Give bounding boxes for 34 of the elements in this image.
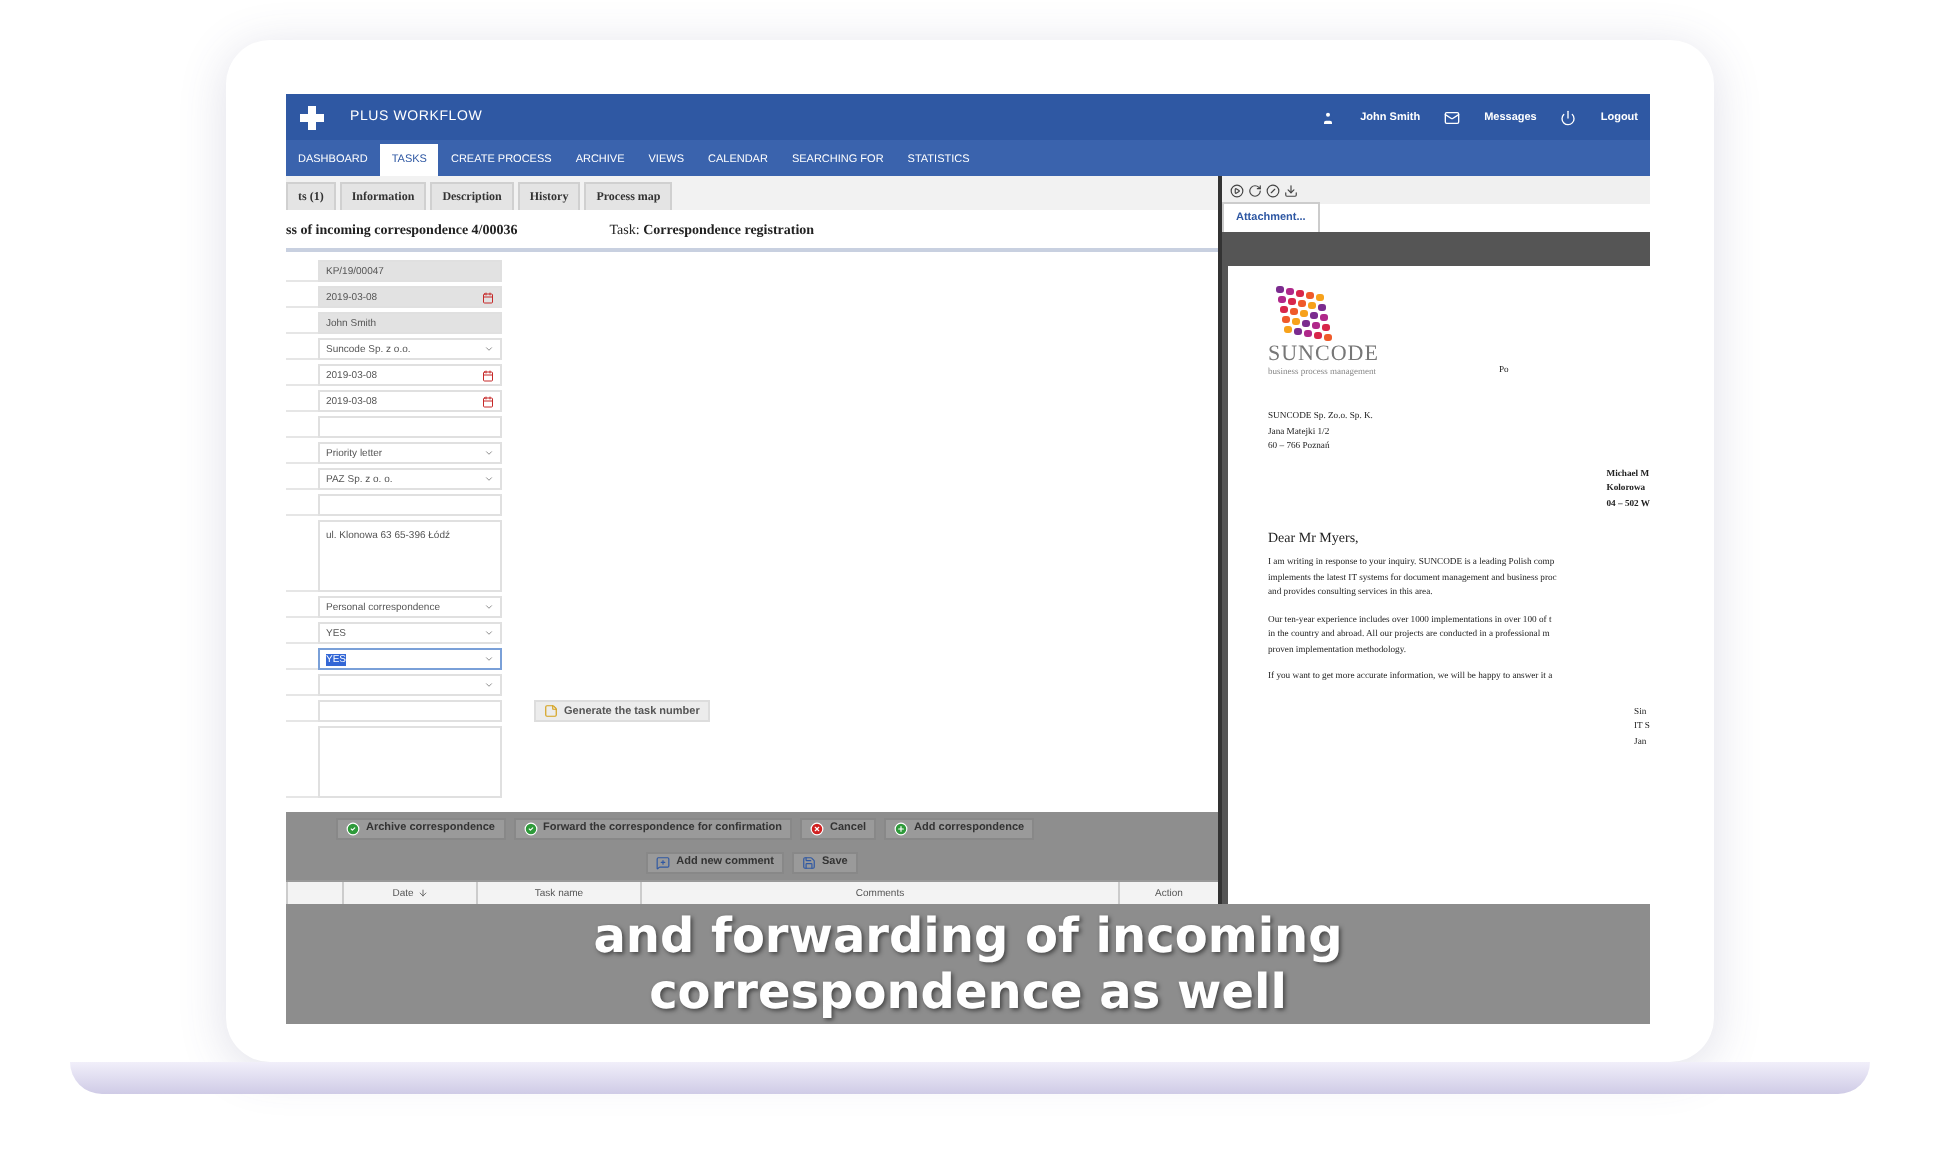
messages-icon	[1444, 109, 1461, 125]
save-icon	[802, 855, 817, 869]
refresh-icon[interactable]	[1248, 183, 1262, 197]
calendar-icon	[482, 395, 494, 407]
input-field[interactable]	[318, 726, 502, 798]
note-icon	[544, 704, 558, 718]
caret-icon	[484, 654, 494, 664]
block-icon[interactable]	[1266, 183, 1280, 197]
logout-icon	[1560, 109, 1577, 125]
caret-icon	[484, 602, 494, 612]
comment-icon	[656, 855, 671, 869]
caret-icon	[484, 448, 494, 458]
input-field[interactable]	[318, 416, 502, 438]
caption-text: and forwarding of incoming	[593, 908, 1343, 964]
play-icon[interactable]	[1230, 183, 1244, 197]
plus-icon	[894, 821, 909, 835]
calendar-icon	[482, 369, 494, 381]
logo-text: SUNCODE	[1268, 342, 1379, 366]
user-icon	[1320, 109, 1337, 125]
check-icon	[346, 821, 360, 835]
caret-icon	[484, 680, 494, 690]
input-field[interactable]	[318, 700, 502, 722]
caret-icon	[484, 474, 494, 484]
dropdown-field[interactable]	[318, 674, 502, 696]
input-field[interactable]	[318, 494, 502, 516]
sort-arrow-icon	[417, 888, 428, 898]
caption-text: correspondence as well	[649, 964, 1287, 1020]
check-icon	[523, 821, 537, 835]
calendar-icon	[482, 291, 494, 303]
download-icon[interactable]	[1284, 183, 1298, 197]
logo-icon	[298, 103, 326, 131]
close-icon	[810, 821, 824, 835]
caret-icon	[484, 628, 494, 638]
caret-icon	[484, 344, 494, 354]
